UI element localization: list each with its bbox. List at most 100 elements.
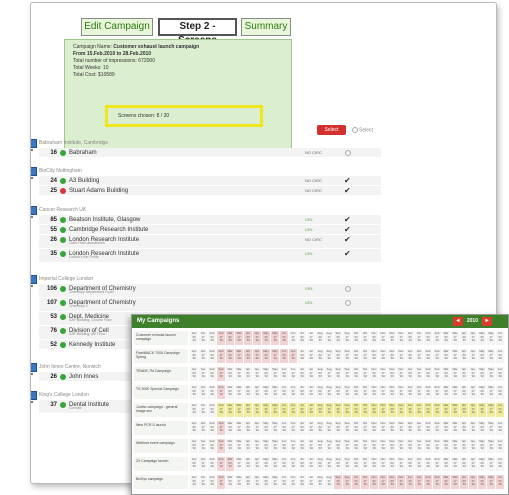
week-cell[interactable]: Sep 17'10 — [343, 349, 351, 363]
week-cell[interactable]: Jan 17'10 — [415, 385, 423, 399]
week-cell[interactable]: Aug 17'10 — [325, 457, 333, 471]
week-cell[interactable]: Sep 03'10 — [334, 475, 342, 489]
week-cell[interactable]: Jun 03'10 — [496, 385, 504, 399]
week-cell[interactable]: Jun 03'10 — [496, 421, 504, 435]
week-cell[interactable]: Jun 17'10 — [289, 475, 297, 489]
week-cell[interactable]: Nov 17'10 — [379, 403, 387, 417]
week-cell[interactable]: Feb 03'10 — [424, 367, 432, 381]
week-cell[interactable]: Nov 17'10 — [379, 349, 387, 363]
week-cell[interactable]: Jul 17'10 — [307, 349, 315, 363]
week-cell[interactable]: Oct 17'10 — [361, 403, 369, 417]
week-cell[interactable]: Apr 03'10 — [460, 457, 468, 471]
select-all-button[interactable]: Select — [317, 125, 346, 135]
week-cell[interactable]: Nov 03'10 — [370, 421, 378, 435]
week-cell[interactable]: Jan 03'10 — [190, 403, 198, 417]
week-cell[interactable]: May 17'10 — [271, 403, 279, 417]
week-cell[interactable]: May 03'10 — [478, 367, 486, 381]
week-cell[interactable]: Apr 03'10 — [460, 349, 468, 363]
week-cell[interactable]: Feb 17'10 — [433, 403, 441, 417]
week-cell[interactable]: Jan 03'10 — [406, 475, 414, 489]
week-cell[interactable]: Oct 03'10 — [352, 439, 360, 453]
week-cell[interactable]: Jul 17'10 — [307, 385, 315, 399]
campaign-name[interactable]: Customer exhaust launch campaign — [134, 331, 188, 345]
week-cell[interactable]: Feb 03'10 — [424, 403, 432, 417]
campaign-name[interactable]: Webinar event campaign — [134, 439, 188, 453]
week-cell[interactable]: May 03'10 — [478, 349, 486, 363]
week-cell[interactable]: Sep 03'10 — [334, 457, 342, 471]
week-cell[interactable]: Feb 17'10 — [433, 457, 441, 471]
radio-icon[interactable] — [345, 286, 351, 292]
screen-row[interactable]: 55 Cambridge Research Institute URL ✔ — [39, 225, 381, 235]
week-cell[interactable]: Mar 03'10 — [226, 439, 234, 453]
week-cell[interactable]: Jan 17'10 — [415, 421, 423, 435]
week-cell[interactable]: May 17'10 — [271, 439, 279, 453]
week-cell[interactable]: Jan 03'10 — [190, 457, 198, 471]
week-cell[interactable]: Jun 03'10 — [496, 439, 504, 453]
week-cell[interactable]: Jul 03'10 — [298, 349, 306, 363]
week-cell[interactable]: Jul 03'10 — [298, 421, 306, 435]
week-cell[interactable]: Dec 03'10 — [388, 349, 396, 363]
week-cell[interactable]: Jul 03'10 — [298, 403, 306, 417]
screen-row[interactable]: 26 London Research Institute Clare Hall La… — [39, 235, 381, 249]
week-cell[interactable]: Jan 17'10 — [199, 439, 207, 453]
week-cell[interactable]: Jun 03'10 — [496, 475, 504, 489]
week-cell[interactable]: Feb 17'10 — [217, 385, 225, 399]
screen-row[interactable]: 35 London Research Institute Lincoln's Inn… — [39, 249, 381, 263]
week-cell[interactable]: Sep 17'10 — [343, 367, 351, 381]
select-all-check[interactable]: Select — [352, 127, 373, 133]
week-cell[interactable]: Jun 17'10 — [289, 349, 297, 363]
screen-row[interactable]: 106 Department of Chemistry Chemistry Depa… — [39, 284, 381, 298]
week-cell[interactable]: Dec 17'10 — [397, 331, 405, 345]
week-cell[interactable]: Feb 03'10 — [424, 385, 432, 399]
week-cell[interactable]: Mar 03'10 — [442, 331, 450, 345]
week-cell[interactable]: Apr 03'10 — [244, 349, 252, 363]
radio-icon[interactable] — [345, 300, 351, 306]
week-cell[interactable]: Aug 03'10 — [316, 349, 324, 363]
week-cell[interactable]: Jul 17'10 — [307, 457, 315, 471]
week-cell[interactable]: Nov 17'10 — [379, 439, 387, 453]
week-cell[interactable]: Oct 03'10 — [352, 349, 360, 363]
campaign-name[interactable]: BioSys campaign — [134, 475, 188, 489]
week-cell[interactable]: Apr 17'10 — [469, 367, 477, 381]
week-cell[interactable]: Jun 03'10 — [496, 331, 504, 345]
week-cell[interactable]: Jan 03'10 — [190, 385, 198, 399]
week-cell[interactable]: Mar 17'10 — [451, 403, 459, 417]
week-cell[interactable]: Mar 17'10 — [451, 439, 459, 453]
week-cell[interactable]: Apr 03'10 — [460, 331, 468, 345]
week-cell[interactable]: Jan 17'10 — [199, 367, 207, 381]
week-cell[interactable]: Sep 17'10 — [343, 457, 351, 471]
week-cell[interactable]: Mar 03'10 — [442, 475, 450, 489]
campaign-row[interactable]: Jumbo campaign - general image sec Jan 03 '… — [132, 402, 508, 418]
week-cell[interactable]: Feb 03'10 — [424, 421, 432, 435]
week-cell[interactable]: Oct 17'10 — [361, 349, 369, 363]
week-cell[interactable]: Feb 03'10 — [208, 403, 216, 417]
week-cell[interactable]: Jun 03'10 — [496, 349, 504, 363]
week-cell[interactable]: Oct 03'10 — [352, 421, 360, 435]
week-cell[interactable]: Jan 03'10 — [190, 367, 198, 381]
week-cell[interactable]: May 17'10 — [487, 403, 495, 417]
week-cell[interactable]: Mar 03'10 — [442, 403, 450, 417]
week-cell[interactable]: Sep 17'10 — [343, 439, 351, 453]
week-cell[interactable]: Jun 03'10 — [496, 367, 504, 381]
week-cell[interactable]: Mar 17'10 — [451, 457, 459, 471]
week-cell[interactable]: Feb 17'10 — [217, 421, 225, 435]
week-cell[interactable]: Aug 03'10 — [316, 331, 324, 345]
week-cell[interactable]: Feb 03'10 — [208, 421, 216, 435]
week-cell[interactable]: Dec 17'10 — [397, 367, 405, 381]
week-cell[interactable]: Jan 17'10 — [415, 475, 423, 489]
week-cell[interactable]: Feb 03'10 — [208, 349, 216, 363]
week-cell[interactable]: Oct 03'10 — [352, 385, 360, 399]
week-cell[interactable]: Dec 17'10 — [397, 475, 405, 489]
week-cell[interactable]: Feb 03'10 — [208, 367, 216, 381]
week-cell[interactable]: May 17'10 — [487, 331, 495, 345]
week-cell[interactable]: Feb 17'10 — [433, 331, 441, 345]
week-cell[interactable]: Dec 03'10 — [388, 457, 396, 471]
week-cell[interactable]: Mar 17'10 — [235, 475, 243, 489]
week-cell[interactable]: Apr 03'10 — [244, 457, 252, 471]
screen-row[interactable]: 107 Department of Chemistry Chemistry 2 URL — [39, 298, 381, 312]
week-cell[interactable]: Mar 03'10 — [226, 421, 234, 435]
week-cell[interactable]: May 03'10 — [262, 349, 270, 363]
week-cell[interactable]: Mar 17'10 — [235, 349, 243, 363]
week-cell[interactable]: Apr 03'10 — [244, 385, 252, 399]
week-cell[interactable]: Jan 17'10 — [415, 403, 423, 417]
